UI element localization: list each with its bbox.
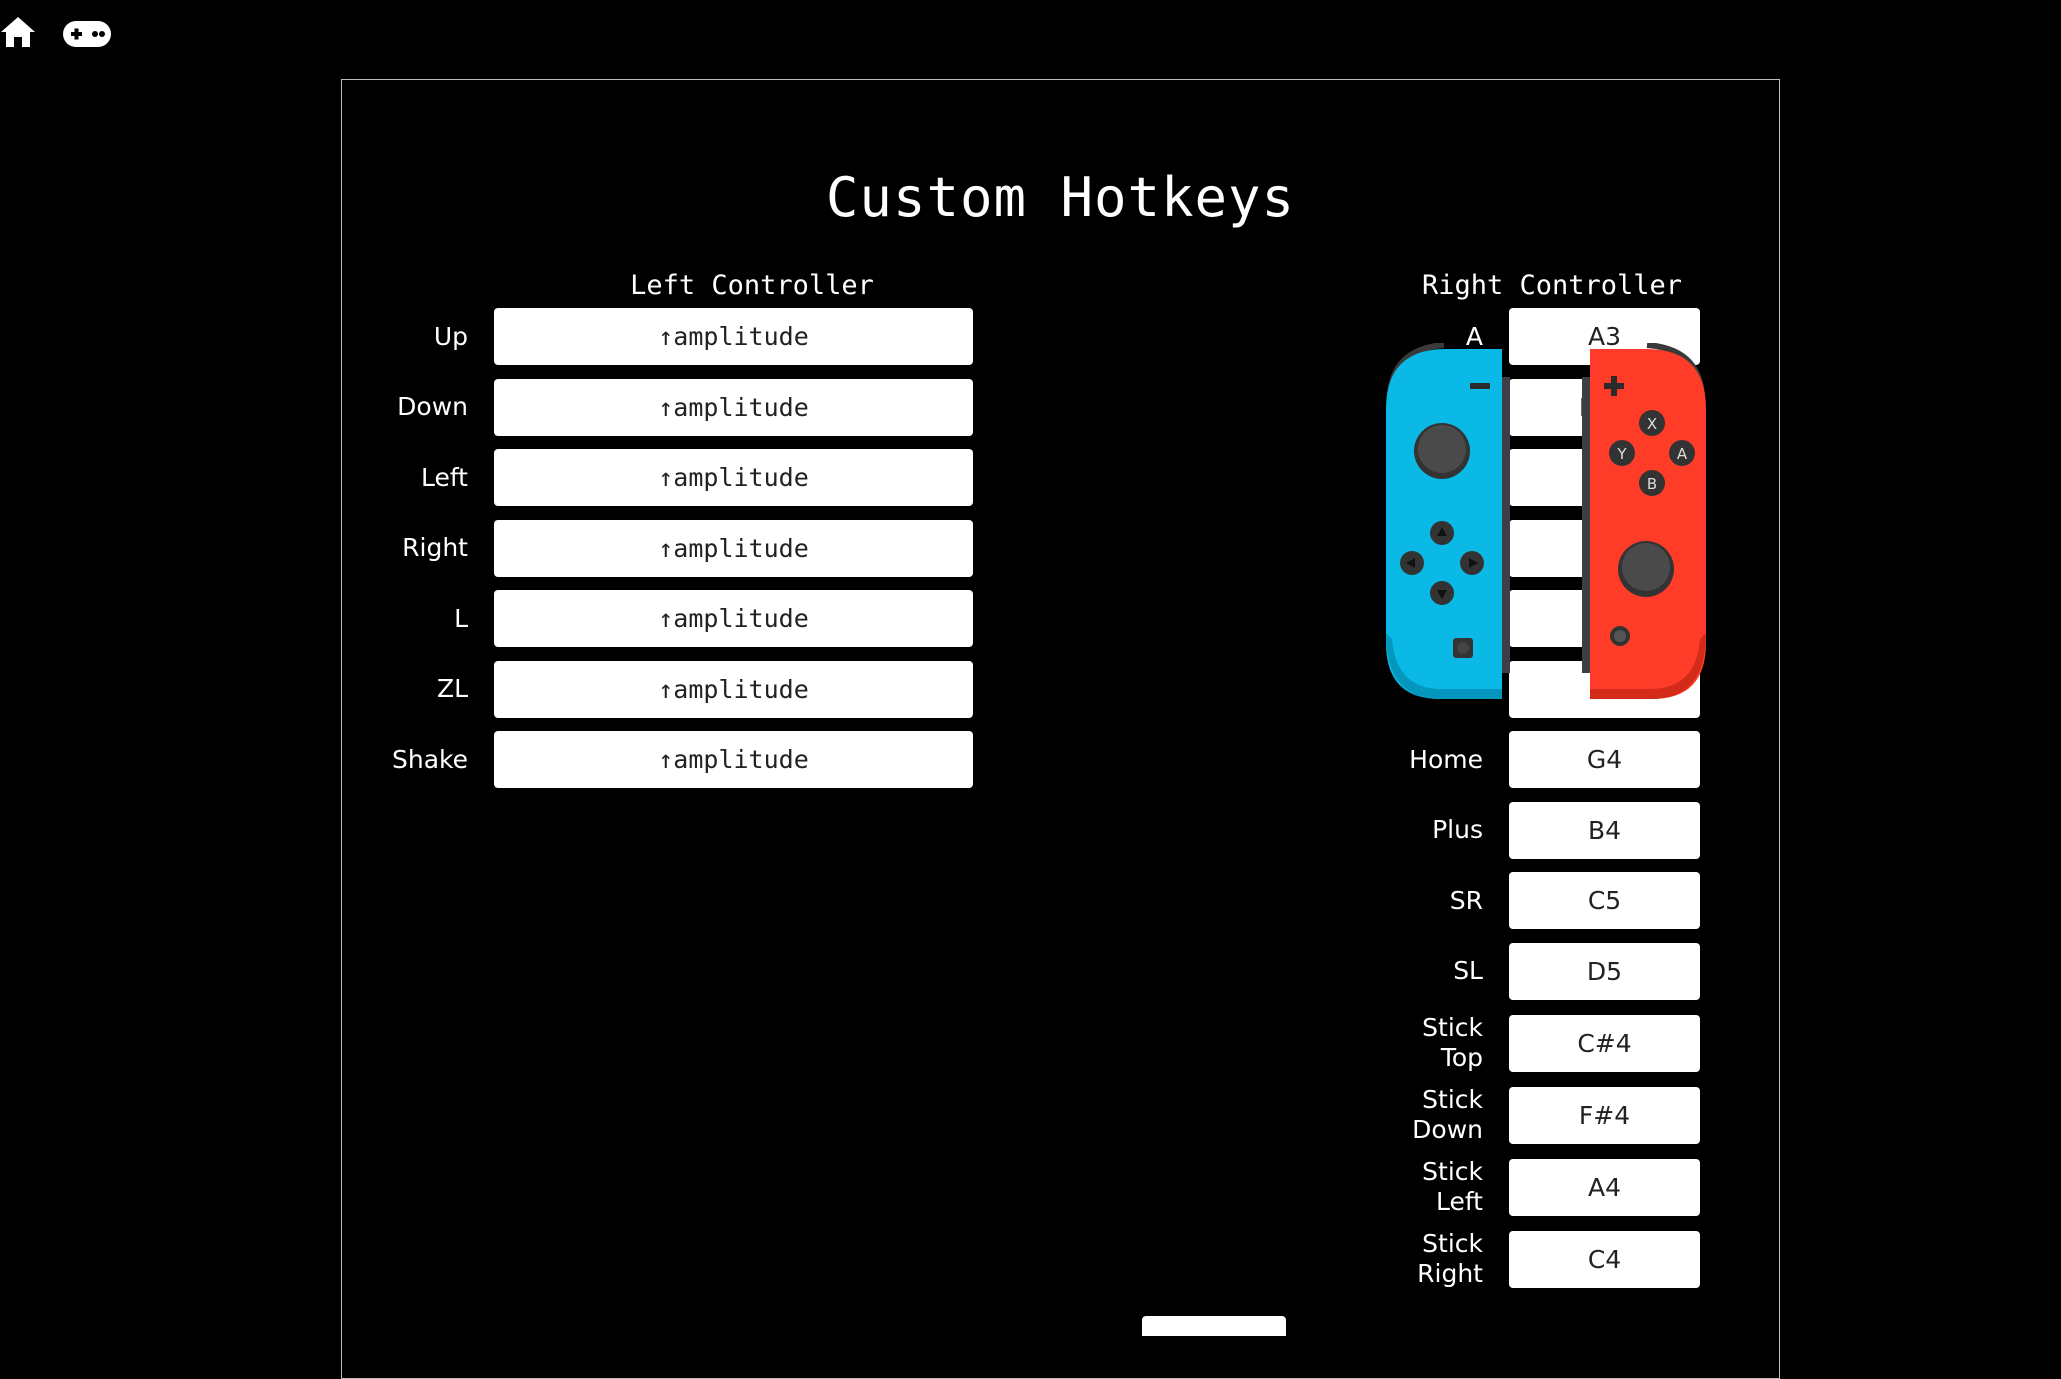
left-stick [1418,425,1466,473]
hotkey-label: Right [402,533,468,562]
hotkey-label: L [454,603,468,633]
joycon-illustration: X Y A B [1386,343,1706,699]
hotkey-binding-field[interactable]: F#4 [1509,1086,1700,1144]
left-hotkey-row: Down ↑amplitude [342,378,973,436]
hotkey-binding-field[interactable]: G4 [1509,731,1700,788]
hotkey-binding-field[interactable]: A4 [1509,1158,1700,1216]
hotkey-label: Stick Right [1417,1229,1483,1288]
left-hotkey-row: Left ↑amplitude [342,449,973,506]
a-button-label: A [1677,445,1688,463]
left-hotkey-row: L ↑amplitude [342,590,973,647]
hotkey-label: Home [1409,744,1483,774]
hotkey-label: Stick Down [1412,1085,1483,1144]
home-icon[interactable] [0,14,36,50]
hotkey-label: Stick Left [1422,1157,1483,1216]
hotkey-binding-field[interactable]: D5 [1509,942,1700,1000]
page-title: Custom Hotkeys [825,166,1296,229]
right-hotkey-row: Stick Left A4 [1343,1157,1700,1217]
right-hotkey-row: Plus B4 [1343,801,1700,859]
hotkey-binding-field[interactable]: ↑amplitude [494,449,973,506]
b-button-label: B [1647,475,1657,493]
hotkey-label: Up [433,321,468,351]
y-button-label: Y [1616,445,1627,463]
right-controller-header: Right Controller [1421,270,1683,301]
right-hotkey-row: SL D5 [1343,942,1700,1000]
minus-button [1470,383,1490,389]
hotkey-label: Shake [391,744,468,774]
left-hotkey-row: Right ↑amplitude [342,519,973,577]
right-joycon-body [1590,349,1706,699]
hotkey-label: Plus [1432,815,1483,844]
right-stick [1622,543,1670,591]
hotkey-label: SL [1453,956,1483,985]
left-joycon [1386,343,1510,699]
gamepad-icon[interactable] [62,18,112,50]
save-button[interactable] [1142,1316,1286,1336]
hotkey-binding-field[interactable]: B4 [1509,801,1700,859]
hotkey-binding-field[interactable]: C#4 [1509,1014,1700,1072]
right-hotkey-row: Stick Right C4 [1343,1229,1700,1289]
hotkey-binding-field[interactable]: ↑amplitude [494,378,973,436]
left-hotkey-row: Up ↑amplitude [342,308,973,365]
hotkeys-panel: Custom Hotkeys Left Controller Right Con… [341,79,1780,1379]
left-hotkey-row: ZL ↑amplitude [342,660,973,718]
hotkey-binding-field[interactable]: ↑amplitude [494,660,973,718]
right-hotkey-row: SR C5 [1343,872,1700,929]
hotkey-binding-field[interactable]: C5 [1509,872,1700,929]
hotkey-binding-field[interactable]: C4 [1509,1230,1700,1288]
hotkey-label: Down [397,392,468,421]
hotkey-binding-field[interactable]: ↑amplitude [494,731,973,788]
hotkey-label: Stick Top [1422,1013,1483,1072]
hotkey-binding-field[interactable]: ↑amplitude [494,519,973,577]
right-joycon: X Y A B [1582,343,1706,699]
hotkey-binding-field[interactable]: ↑amplitude [494,308,973,365]
left-hotkey-row: Shake ↑amplitude [342,731,973,788]
hotkey-label: SR [1449,885,1483,915]
left-controller-header: Left Controller [630,270,874,301]
hotkey-label: Left [420,462,468,492]
right-hotkey-row: Stick Down F#4 [1343,1085,1700,1145]
hotkey-label: ZL [436,674,468,703]
right-hotkey-row: Stick Top C#4 [1343,1013,1700,1073]
x-button-label: X [1647,415,1657,433]
right-hotkey-row: Home G4 [1343,731,1700,788]
hotkey-binding-field[interactable]: ↑amplitude [494,590,973,647]
